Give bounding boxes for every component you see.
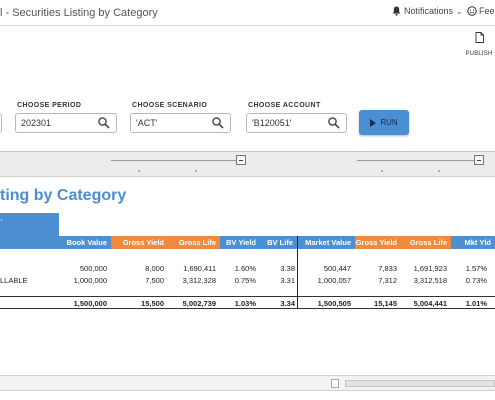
column-header: Mkt Yld [451,236,495,249]
account-field[interactable]: 'B120051' [246,113,347,133]
table-cell: 8,000 [145,264,164,273]
top-bar: l - Securities Listing by Category Notif… [0,0,495,26]
column-header: BV Life [260,236,297,249]
table-cell: 3,312,518 [413,276,447,285]
slider-track[interactable] [357,160,477,161]
publish-button[interactable]: PUBLISH [464,30,494,57]
total-bottom-divider [0,308,495,309]
document-icon [475,32,484,43]
slider-dot [438,170,440,172]
table-cell: 1.57% [465,264,487,273]
report-title: ting by Category [0,187,127,204]
column-header: Book Value [59,236,111,249]
table-cell: 3.38 [280,264,295,273]
total-cell: 15,145 [374,299,397,308]
period-label: CHOOSE PERIOD [17,102,82,109]
hidden-filter-field[interactable] [0,113,2,133]
window-title: l - Securities Listing by Category [0,7,158,19]
panel-splitter[interactable] [0,151,495,177]
table-cell: 0.75% [234,276,256,285]
collapse-icon[interactable] [236,155,246,165]
total-cell: 1.01% [465,299,487,308]
chevron-down-icon: ⌄ [456,6,463,16]
account-label: CHOOSE ACCOUNT [248,102,321,109]
category-mark: ' [1,218,3,227]
table-cell: 1,000,000 [73,276,107,285]
column-header: BV Yield [220,236,260,249]
slider-track[interactable] [111,160,237,161]
total-cell: 5,004,441 [413,299,447,308]
scrollbar-thumb[interactable] [345,380,495,387]
table-cell: 3.31 [280,276,295,285]
run-button[interactable]: RUN [359,110,409,135]
period-value: 202301 [21,118,52,128]
run-label: RUN [380,118,398,127]
slider-dot [138,170,140,172]
scenario-field[interactable]: 'ACT' [130,113,231,133]
table-cell: 500,000 [79,264,107,273]
column-header: Gross Yield [111,236,168,249]
category-header: ' [0,213,59,249]
total-cell: 1,500,000 [73,299,107,308]
slider-dot [195,170,197,172]
table-cell: 0.73% [465,276,487,285]
slider-dot [381,170,383,172]
bell-icon [392,6,401,16]
horizontal-scrollbar[interactable] [0,375,495,391]
play-icon [370,118,377,127]
scenario-label: CHOOSE SCENARIO [132,102,208,109]
scroll-left-button[interactable] [331,379,339,388]
period-field[interactable]: 202301 [15,113,117,133]
table-cell: 500,447 [323,264,351,273]
feedback-button[interactable]: Feed [467,6,495,16]
smiley-icon [467,6,477,16]
column-group-divider [297,236,298,308]
feedback-label: Feed [479,6,495,16]
column-header: Gross Yield [355,236,401,249]
search-icon[interactable] [97,116,111,130]
table-cell: 1.60% [234,264,256,273]
column-header: Gross Life [168,236,220,249]
publish-label: PUBLISH [465,51,493,57]
table-cell: 1,691,923 [413,264,447,273]
scenario-value: 'ACT' [136,118,158,128]
collapse-icon[interactable] [474,155,484,165]
total-cell: 3.34 [280,299,295,308]
table-cell: 7,312 [378,276,397,285]
table-cell: 7,500 [145,276,164,285]
column-header: Market Value [297,236,355,249]
account-value: 'B120051' [252,118,292,128]
notifications-button[interactable]: Notifications ⌄ [392,6,463,16]
total-cell: 1.03% [234,299,256,308]
table-cell: 1,000,057 [317,276,351,285]
total-cell: 15,500 [141,299,164,308]
total-cell: 5,002,739 [182,299,216,308]
search-icon[interactable] [211,116,225,130]
row-label: LLABLE [0,276,28,285]
search-icon[interactable] [327,116,341,130]
table-cell: 3,312,328 [182,276,216,285]
column-header: Gross Life [401,236,451,249]
total-cell: 1,500,505 [317,299,351,308]
table-cell: 7,833 [378,264,397,273]
table-cell: 1,690,411 [183,264,216,273]
total-divider [0,296,495,297]
notifications-label: Notifications [404,6,454,16]
